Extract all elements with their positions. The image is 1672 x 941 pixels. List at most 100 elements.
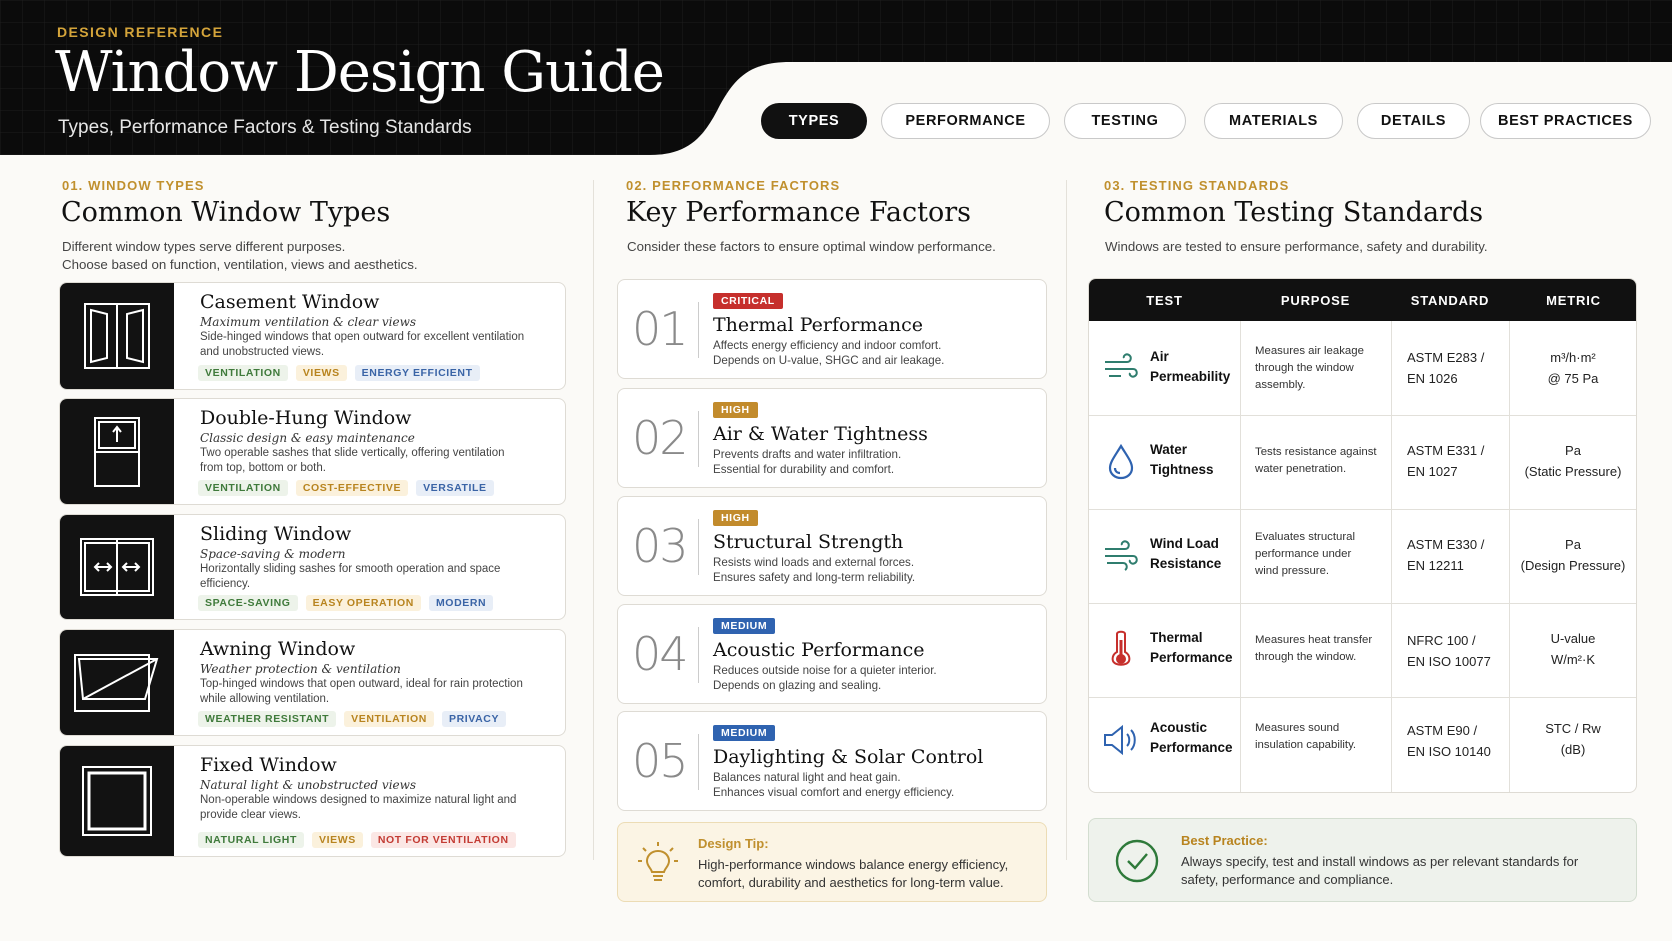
window-type-description: Horizontally sliding sashes for smooth o…: [200, 563, 501, 590]
window-type-card-awning[interactable]: Awning Window Weather protection & venti…: [59, 629, 566, 736]
window-type-description: Side-hinged windows that open outward fo…: [200, 331, 525, 358]
performance-card-acoustic[interactable]: 04 MEDIUM Acoustic Performance Reduces o…: [617, 604, 1047, 704]
purpose-line: Tests resistance against: [1255, 446, 1377, 458]
metric-line: (dB): [1560, 742, 1586, 757]
test-name: Wind Load Resistance: [1150, 534, 1221, 574]
performance-card-air-water[interactable]: 02 HIGH Air & Water Tightness Prevents d…: [617, 388, 1047, 488]
test-metric: Pa (Design Pressure): [1508, 534, 1636, 576]
awning-window-icon: [60, 630, 174, 735]
test-standard: ASTM E331 / EN 1027: [1407, 440, 1484, 482]
performance-card-structural[interactable]: 03 HIGH Structural Strength Resists wind…: [617, 496, 1047, 596]
tab-materials[interactable]: MATERIALS: [1204, 103, 1343, 139]
factor-line: Prevents drafts and water infiltration.: [713, 448, 902, 461]
factor-title: Acoustic Performance: [713, 639, 925, 661]
metric-line: (Design Pressure): [1520, 558, 1626, 573]
metric-line: Pa: [1565, 443, 1581, 458]
test-metric: Pa (Static Pressure): [1508, 440, 1636, 482]
window-type-card-sliding[interactable]: Sliding Window Space-saving & modern Hor…: [59, 514, 566, 620]
purpose-line: assembly.: [1255, 379, 1306, 391]
test-name-line: Air: [1150, 349, 1169, 364]
purpose-line: Measures sound: [1255, 722, 1340, 734]
test-metric: m³/h·m² @ 75 Pa: [1508, 347, 1636, 389]
test-name-line: Resistance: [1150, 556, 1222, 571]
window-type-card-casement[interactable]: Casement Window Maximum ventilation & cl…: [59, 282, 566, 390]
factor-title: Air & Water Tightness: [713, 423, 928, 445]
wind-icon: [1105, 353, 1138, 378]
test-standard: ASTM E90 / EN ISO 10140: [1407, 720, 1491, 762]
priority-badge: MEDIUM: [713, 618, 776, 634]
metric-line: Pa: [1565, 537, 1581, 552]
test-name: Acoustic Performance: [1150, 718, 1233, 758]
table-row: Thermal Performance Measures heat transf…: [1089, 603, 1636, 697]
tag: VENTILATION: [198, 480, 288, 496]
factor-title: Structural Strength: [713, 531, 904, 553]
tab-types[interactable]: TYPES: [761, 103, 867, 139]
window-type-subtitle: Weather protection & ventilation: [200, 662, 401, 676]
factor-line: Essential for durability and comfort.: [713, 463, 895, 476]
window-type-name: Fixed Window: [200, 754, 337, 776]
factor-description: Balances natural light and heat gain. En…: [713, 770, 1033, 800]
metric-line: STC / Rw: [1545, 721, 1601, 736]
column-header-standard: STANDARD: [1410, 292, 1490, 308]
performance-card-daylighting[interactable]: 05 MEDIUM Daylighting & Solar Control Ba…: [617, 711, 1047, 811]
window-type-name: Awning Window: [200, 638, 356, 660]
test-purpose: Measures air leakage through the window …: [1255, 343, 1390, 394]
metric-line: @ 75 Pa: [1547, 371, 1599, 386]
tab-testing[interactable]: TESTING: [1064, 103, 1186, 139]
best-practice-text: Always specify, test and install windows…: [1181, 854, 1579, 887]
factor-description: Resists wind loads and external forces. …: [713, 555, 1033, 585]
tag: VENTILATION: [344, 711, 434, 727]
table-row: Water Tightness Tests resistance against…: [1089, 415, 1636, 509]
test-name-line: Performance: [1150, 650, 1233, 665]
testing-kicker: 03. TESTING STANDARDS: [1104, 178, 1290, 193]
priority-badge: HIGH: [713, 402, 758, 418]
factor-description: Prevents drafts and water infiltration. …: [713, 447, 1033, 477]
test-purpose: Measures heat transfer through the windo…: [1255, 632, 1390, 666]
factor-line: Depends on U-value, SHGC and air leakage…: [713, 354, 945, 367]
window-type-description: Two operable sashes that slide verticall…: [200, 447, 505, 474]
speaker-icon: [1104, 724, 1136, 756]
standard-line: EN 1027: [1407, 464, 1458, 479]
standard-line: ASTM E331 /: [1407, 443, 1485, 458]
window-type-card-double-hung[interactable]: Double-Hung Window Classic design & easy…: [59, 398, 566, 505]
performance-desc: Consider these factors to ensure optimal…: [627, 239, 996, 254]
column-divider: [1066, 180, 1067, 860]
factor-line: Ensures safety and long-term reliability…: [713, 571, 916, 584]
factor-description: Affects energy efficiency and indoor com…: [713, 338, 1033, 368]
tab-best-practices[interactable]: BEST PRACTICES: [1480, 103, 1651, 139]
factor-line: Enhances visual comfort and energy effic…: [713, 786, 955, 799]
best-practice-title: Best Practice:: [1181, 833, 1268, 848]
window-type-subtitle: Space-saving & modern: [200, 547, 346, 561]
wind-load-icon: [1105, 540, 1138, 571]
test-purpose: Measures sound insulation capability.: [1255, 720, 1390, 754]
window-type-name: Double-Hung Window: [200, 407, 412, 429]
table-row: Wind Load Resistance Evaluates structura…: [1089, 509, 1636, 603]
tag: VIEWS: [295, 365, 347, 381]
tip-title: Design Tip:: [698, 836, 769, 851]
factor-number: 01: [632, 302, 689, 356]
tag: VENTILATION: [198, 365, 288, 381]
tab-performance[interactable]: PERFORMANCE: [881, 103, 1050, 139]
tag: COST-EFFECTIVE: [295, 480, 409, 496]
types-kicker: 01. WINDOW TYPES: [62, 178, 205, 193]
test-name: Water Tightness: [1150, 440, 1214, 480]
factor-line: Depends on glazing and sealing.: [713, 679, 882, 692]
purpose-line: insulation capability.: [1255, 739, 1357, 751]
column-header-metric: METRIC: [1546, 292, 1601, 308]
standard-line: EN 12211: [1407, 558, 1464, 573]
types-title: Common Window Types: [61, 197, 391, 228]
tip-text: High-performance windows balance energy …: [698, 857, 1009, 890]
standard-line: NFRC 100 /: [1407, 633, 1476, 648]
test-name-line: Wind Load: [1150, 536, 1219, 551]
performance-kicker: 02. PERFORMANCE FACTORS: [626, 178, 841, 193]
window-type-card-fixed[interactable]: Fixed Window Natural light & unobstructe…: [59, 745, 566, 857]
page-title: Window Design Guide: [55, 40, 665, 105]
tag: SPACE-SAVING: [198, 595, 298, 611]
tab-details[interactable]: DETAILS: [1357, 103, 1470, 139]
factor-number: 03: [632, 519, 689, 573]
column-header-test: TEST: [1146, 292, 1183, 308]
check-circle-icon: [1115, 839, 1159, 883]
tag: WEATHER RESISTANT: [198, 711, 337, 727]
performance-card-thermal[interactable]: 01 CRITICAL Thermal Performance Affects …: [617, 279, 1047, 379]
table-header: TEST PURPOSE STANDARD METRIC: [1089, 279, 1636, 321]
